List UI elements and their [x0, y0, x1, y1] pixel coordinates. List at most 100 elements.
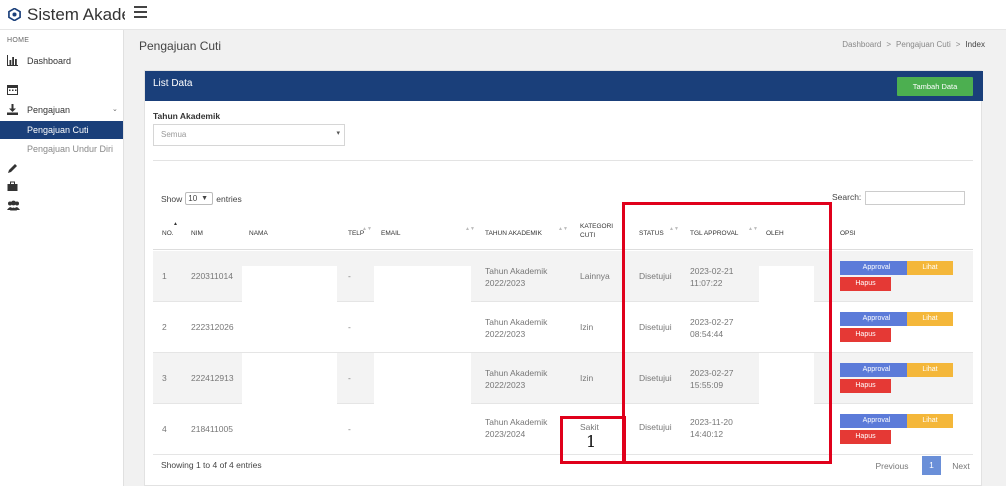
page-title: Pengajuan Cuti [139, 39, 222, 53]
hapus-button[interactable]: Hapus [840, 430, 891, 444]
sort-icon[interactable]: ▲▼ [362, 226, 372, 232]
cell-tahun: Tahun Akademik 2022/2023 [485, 316, 547, 340]
col-nama[interactable]: NAMA [249, 229, 268, 238]
tahun-akademik-select[interactable]: Semua ▾ [153, 124, 345, 146]
sidebar-section-home: HOME [7, 37, 30, 44]
pagination: Previous 1 Next [867, 456, 976, 475]
cell-kategori: Lainnya [580, 271, 610, 281]
cell-no: 2 [162, 322, 167, 332]
filter-label: Tahun Akademik [153, 111, 221, 121]
cell-tahun-line2: 2022/2023 [485, 329, 526, 339]
entries-value: 10 [188, 194, 198, 203]
col-tahun-akademik[interactable]: TAHUN AKADEMIK [485, 229, 542, 238]
calendar-icon[interactable] [7, 84, 18, 95]
col-nim[interactable]: NIM [191, 229, 203, 238]
users-icon[interactable] [7, 200, 20, 211]
col-kategori-cuti[interactable]: KATEGORI CUTI [580, 222, 613, 240]
hapus-button[interactable]: Hapus [840, 379, 891, 393]
cell-nim: 222312026 [191, 322, 234, 332]
entries-select[interactable]: 10 ▼ [185, 192, 214, 205]
cell-tahun-line2: 2022/2023 [485, 380, 526, 390]
cell-telp: - [348, 271, 351, 281]
cell-tahun-line1: Tahun Akademik [485, 266, 548, 276]
breadcrumb-separator: > [955, 40, 961, 49]
sort-asc-icon[interactable]: ▲ [173, 221, 178, 227]
table-row: 3 222412913 - Tahun Akademik 2022/2023 I… [153, 353, 973, 404]
pencil-icon[interactable] [7, 163, 18, 174]
card-title: List Data [153, 78, 193, 89]
cell-kategori: Izin [580, 373, 594, 383]
tambah-data-button[interactable]: Tambah Data [897, 77, 973, 96]
chevron-down-icon: ⌄ [112, 106, 118, 113]
sidebar-item-label: Pengajuan Undur Diri [27, 144, 114, 154]
menu-toggle-icon[interactable] [134, 6, 147, 20]
col-kategori-line2: CUTI [580, 232, 596, 239]
breadcrumb-dashboard[interactable]: Dashboard [842, 40, 881, 49]
breadcrumb-pengajuan-cuti[interactable]: Pengajuan Cuti [896, 40, 951, 49]
table-row: 1 220311014 - Tahun Akademik 2022/2023 L… [153, 251, 973, 302]
cell-tahun: Tahun Akademik 2022/2023 [485, 367, 547, 391]
hapus-button[interactable]: Hapus [840, 328, 891, 342]
lihat-button[interactable]: Lihat [907, 312, 953, 326]
cell-tahun-line1: Tahun Akademik [485, 417, 548, 427]
caret-down-icon: ▾ [336, 130, 340, 137]
showing-entries-info: Showing 1 to 4 of 4 entries [161, 460, 262, 470]
divider [153, 160, 973, 161]
hapus-button[interactable]: Hapus [840, 277, 891, 291]
sidebar-item-dashboard[interactable]: Dashboard [0, 54, 123, 68]
sidebar: HOME Dashboard Pengajuan ⌄ Pengajuan Cut… [0, 30, 124, 486]
cell-tahun-line1: Tahun Akademik [485, 368, 548, 378]
annotation-label: 1 [586, 432, 597, 451]
sort-icon[interactable]: ▲▼ [465, 226, 475, 232]
pagination-next[interactable]: Next [946, 461, 976, 471]
sidebar-item-label: Dashboard [27, 56, 72, 66]
briefcase-icon[interactable] [7, 181, 18, 192]
cell-telp: - [348, 373, 351, 383]
pagination-page-1[interactable]: 1 [922, 456, 941, 475]
cell-telp: - [348, 322, 351, 332]
search-label: Search: [832, 192, 862, 202]
show-label: Show [161, 193, 183, 204]
sort-icon[interactable]: ▲▼ [558, 226, 568, 232]
cell-nama-redacted [242, 266, 337, 302]
lihat-button[interactable]: Lihat [907, 261, 953, 275]
top-navbar: Sistem Akademik [0, 0, 1006, 30]
lihat-button[interactable]: Lihat [907, 363, 953, 377]
sidebar-item-label: Pengajuan Cuti [27, 125, 89, 135]
breadcrumb-current: Index [965, 40, 985, 49]
approval-button[interactable]: Approval [840, 414, 913, 428]
sidebar-item-pengajuan-undur-diri[interactable]: Pengajuan Undur Diri [0, 142, 123, 156]
search-input[interactable] [865, 191, 965, 205]
sidebar-item-pengajuan-cuti[interactable]: Pengajuan Cuti [0, 121, 123, 139]
cell-no: 3 [162, 373, 167, 383]
col-opsi: OPSI [840, 230, 856, 237]
cell-nim: 220311014 [191, 271, 233, 281]
entries-label: entries [216, 193, 242, 204]
content-header: Pengajuan Cuti Dashboard > Pengajuan Cut… [124, 30, 1006, 60]
cell-nim: 218411005 [191, 424, 233, 434]
show-entries: Show 10 ▼ entries [161, 192, 242, 205]
chevron-down-icon: ▼ [201, 195, 209, 202]
lihat-button[interactable]: Lihat [907, 414, 953, 428]
pagination-previous[interactable]: Previous [867, 461, 917, 471]
sidebar-item-pengajuan[interactable]: Pengajuan ⌄ [0, 103, 123, 117]
cell-no: 1 [162, 271, 167, 281]
download-icon [7, 104, 18, 115]
cell-telp: - [348, 424, 351, 434]
table-header: NO. ▲ NIM NAMA TELP ▲▼ EMAIL ▲▼ TAHUN AK… [153, 216, 973, 250]
app-logo-icon [8, 8, 21, 21]
app-title[interactable]: Sistem Akademik [27, 5, 125, 25]
approval-button[interactable]: Approval [840, 261, 913, 275]
breadcrumb: Dashboard > Pengajuan Cuti > Index [842, 40, 985, 49]
approval-button[interactable]: Approval [840, 312, 913, 326]
col-no[interactable]: NO. [162, 229, 174, 238]
col-email[interactable]: EMAIL [381, 229, 401, 238]
cell-email-redacted [374, 266, 471, 302]
col-kategori-line1: KATEGORI [580, 223, 614, 230]
cell-no: 4 [162, 424, 167, 434]
cell-kategori: Izin [580, 322, 594, 332]
approval-button[interactable]: Approval [840, 363, 913, 377]
select-value: Semua [161, 130, 187, 139]
bar-chart-icon [7, 55, 18, 66]
cell-tahun-line2: 2023/2024 [485, 429, 526, 439]
